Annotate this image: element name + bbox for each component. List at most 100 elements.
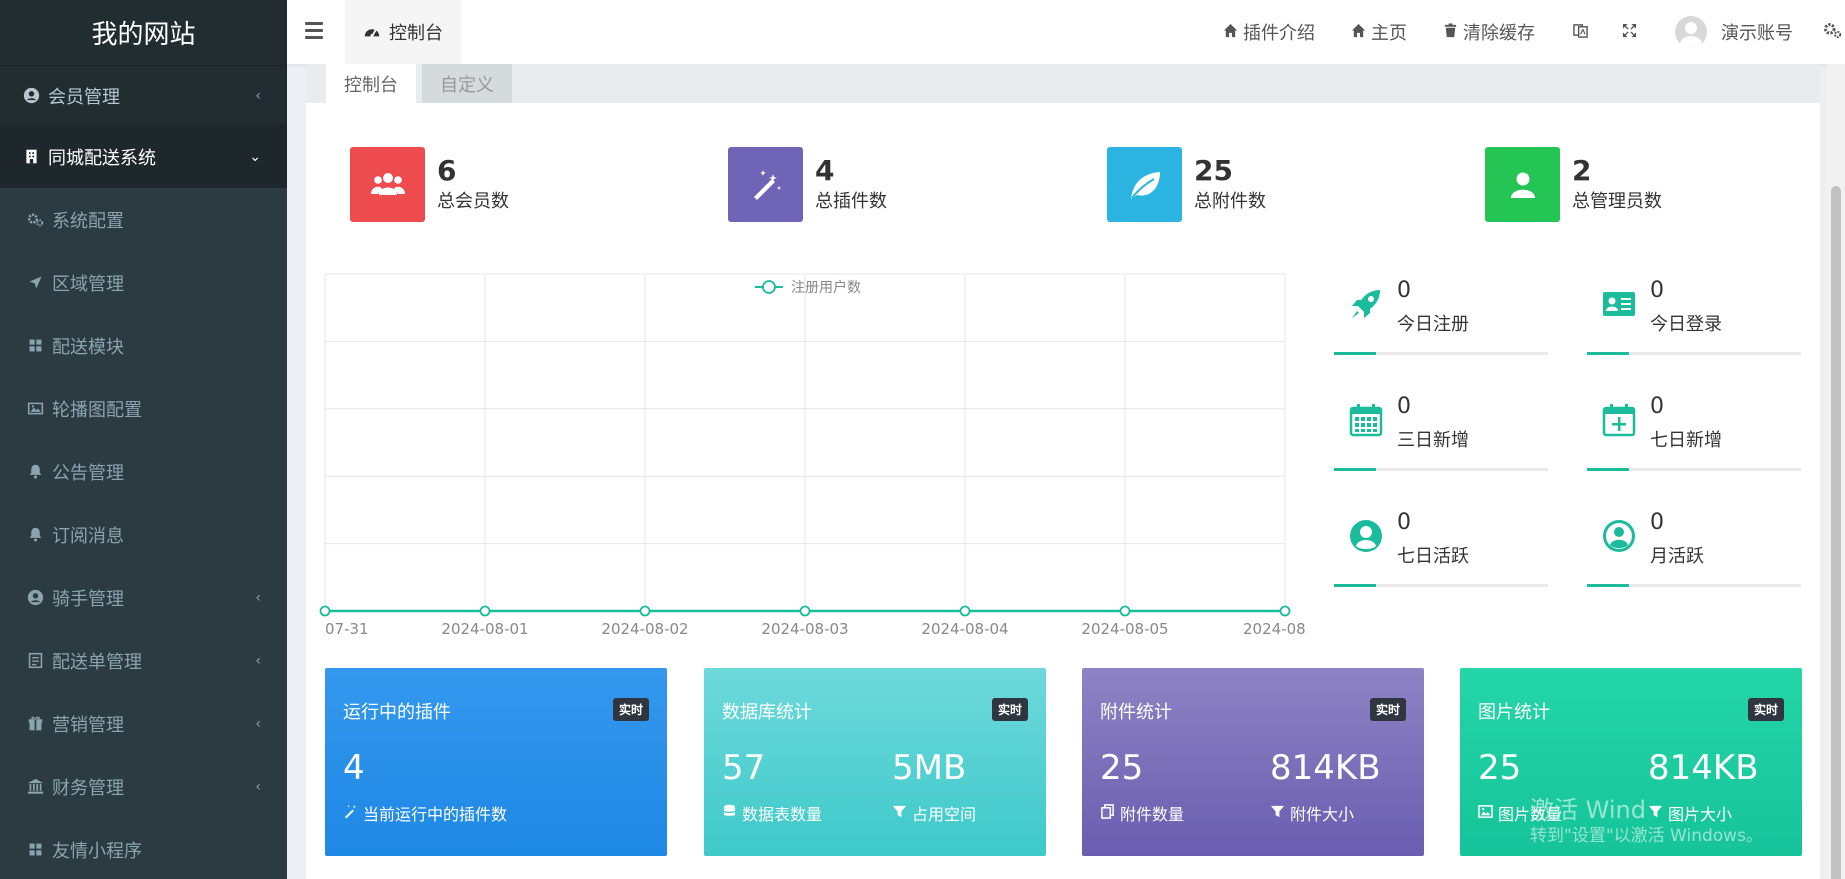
chevron-down-icon: ⌄ <box>249 148 261 165</box>
user-circle-icon <box>1348 518 1384 554</box>
card-subtitle-label: 当前运行中的插件数 <box>363 805 508 824</box>
sidebar-item-carousel[interactable]: 轮播图配置 <box>0 377 287 440</box>
translate-button[interactable] <box>1573 22 1588 43</box>
magic-icon <box>728 147 803 222</box>
user-name: 演示账号 <box>1721 23 1793 44</box>
chart-x-tick-label: 2024-08-04 <box>921 620 1008 638</box>
sidebar-item-label: 财务管理 <box>52 777 124 799</box>
mini-stat-bar <box>1334 352 1548 355</box>
plugin-intro-link[interactable]: 插件介绍 <box>1223 19 1315 45</box>
chart-x-tick-label: 2024-08-03 <box>761 620 848 638</box>
watermark-line1: 激活 Wind <box>1530 796 1646 824</box>
chevron-left-icon: ‹ <box>255 652 261 669</box>
sidebar-item-label: 订阅消息 <box>52 525 124 547</box>
registrations-chart: 07-31 2024-08-01 2024-08-02 2024-08-03 2024-… <box>319 273 1306 638</box>
scrollbar-thumb[interactable] <box>1831 186 1841 879</box>
delivery-submenu: 系统配置 区域管理 配送模块 轮播图配置 公告管理 订阅消息 骑手管理 ‹ 配送… <box>0 188 287 879</box>
filter-icon <box>892 804 907 823</box>
windows-activation-watermark: 激活 Wind 转到"设置"以激活 Windows。 <box>1530 797 1763 849</box>
home-link[interactable]: 主页 <box>1351 19 1407 45</box>
chart-point <box>1119 605 1131 617</box>
card-title: 运行中的插件 <box>343 702 451 723</box>
stat-value: 6 <box>437 153 457 187</box>
chart-point <box>1279 605 1291 617</box>
scrollbar[interactable] <box>1827 64 1845 879</box>
card-value: 25 <box>1100 748 1144 788</box>
files-icon <box>1100 803 1115 823</box>
mini-stat-value: 0 <box>1650 278 1664 303</box>
top-header: 控制台 插件介绍 主页 清除缓存 演示账号 <box>287 0 1845 64</box>
stat-value: 25 <box>1194 153 1233 187</box>
sidebar-item-label: 骑手管理 <box>52 588 124 610</box>
stat-admins: 2 总管理员数 <box>1485 147 1662 222</box>
grid-icon <box>26 337 44 355</box>
sidebar-item-delivery-module[interactable]: 配送模块 <box>0 314 287 377</box>
chevron-left-icon: ‹ <box>255 87 261 104</box>
mini-stat-value: 0 <box>1397 278 1411 303</box>
chart-point <box>799 605 811 617</box>
card-title: 附件统计 <box>1100 702 1172 723</box>
hamburger-icon[interactable] <box>305 22 323 40</box>
fullscreen-button[interactable] <box>1622 22 1637 43</box>
list-icon <box>26 652 44 670</box>
card-subtitle-label: 数据表数量 <box>742 805 823 824</box>
chart-x-tick-label: 2024-08-02 <box>601 620 688 638</box>
sidebar-item-orders[interactable]: 配送单管理 ‹ <box>0 629 287 692</box>
settings-button[interactable] <box>1823 21 1842 44</box>
user-circle-icon <box>26 589 44 607</box>
sidebar-item-label: 会员管理 <box>48 86 120 108</box>
chart-x-tick-label: 2024-08-05 <box>1081 620 1168 638</box>
user-menu[interactable]: 演示账号 <box>1675 16 1793 48</box>
trash-icon <box>1443 22 1458 43</box>
mini-stat-value: 0 <box>1397 510 1411 535</box>
sidebar-item-members[interactable]: 会员管理 ‹ <box>0 66 287 125</box>
gears-icon <box>1823 21 1842 44</box>
users-icon <box>350 147 425 222</box>
mini-stat-bar <box>1587 584 1801 587</box>
chart-legend-marker <box>762 280 776 294</box>
chart-point <box>639 605 651 617</box>
image-icon <box>1478 804 1493 823</box>
chart-legend-label: 注册用户数 <box>791 279 861 296</box>
stat-label: 总插件数 <box>815 190 887 212</box>
card-subtitle-label: 附件数量 <box>1120 805 1185 824</box>
mini-stat-seven-day-active: 0 七日活跃 <box>1334 508 1548 608</box>
sidebar-item-label: 区域管理 <box>52 273 124 295</box>
mini-stat-bar <box>1334 584 1548 587</box>
chart-point <box>479 605 491 617</box>
sidebar-item-system-config[interactable]: 系统配置 <box>0 188 287 251</box>
card-subtitle: 数据表数量 <box>722 801 822 825</box>
card-subtitle: 占用空间 <box>892 801 976 825</box>
sidebar-item-label: 轮播图配置 <box>52 399 142 421</box>
sidebar-item-marketing[interactable]: 营销管理 ‹ <box>0 692 287 755</box>
sidebar-item-mini-programs[interactable]: 友情小程序 <box>0 818 287 879</box>
tab-custom[interactable]: 自定义 <box>422 64 512 103</box>
sidebar-item-label: 公告管理 <box>52 462 124 484</box>
link-label: 清除缓存 <box>1463 23 1535 44</box>
chevron-left-icon: ‹ <box>255 778 261 795</box>
sidebar-item-subscriptions[interactable]: 订阅消息 <box>0 503 287 566</box>
mini-stat-value: 0 <box>1650 394 1664 419</box>
card-value: 57 <box>722 748 766 788</box>
tab-dashboard[interactable]: 控制台 <box>345 0 461 64</box>
realtime-badge: 实时 <box>612 698 649 721</box>
building-icon <box>22 148 40 166</box>
tab-label: 控制台 <box>389 23 443 44</box>
sidebar-item-finance[interactable]: 财务管理 ‹ <box>0 755 287 818</box>
gears-icon <box>26 211 44 229</box>
sidebar-item-delivery-system[interactable]: 同城配送系统 ⌄ <box>0 125 287 188</box>
card-database: 数据库统计 实时 57 5MB 数据表数量 占用空间 <box>704 668 1046 856</box>
card-subtitle: 附件大小 <box>1270 801 1354 825</box>
sidebar-item-announcements[interactable]: 公告管理 <box>0 440 287 503</box>
card-value: 814KB <box>1648 748 1759 788</box>
mini-stat-today-register: 0 今日注册 <box>1334 276 1548 376</box>
sidebar-item-region[interactable]: 区域管理 <box>0 251 287 314</box>
bell-icon <box>26 463 44 481</box>
brand-title[interactable]: 我的网站 <box>0 0 287 66</box>
clear-cache-link[interactable]: 清除缓存 <box>1443 19 1535 45</box>
stat-label: 总附件数 <box>1194 190 1266 212</box>
tab-console[interactable]: 控制台 <box>326 64 416 103</box>
mini-stat-label: 七日活跃 <box>1397 546 1469 567</box>
sidebar-item-riders[interactable]: 骑手管理 ‹ <box>0 566 287 629</box>
sidebar-item-label: 配送模块 <box>52 336 124 358</box>
